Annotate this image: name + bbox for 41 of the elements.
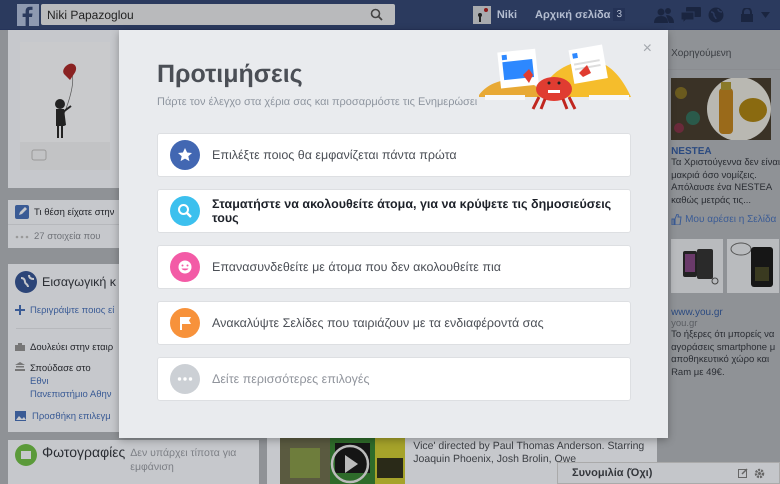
profile-link[interactable]: Niki — [496, 8, 518, 20]
search-icon[interactable] — [370, 8, 383, 21]
plus-icon — [15, 305, 25, 315]
thumbs-up-icon — [671, 214, 682, 225]
pencil-icon[interactable] — [15, 205, 29, 219]
work-text: Δουλεύει στην εταιρ — [30, 342, 114, 352]
play-icon[interactable] — [330, 444, 370, 484]
intro-title: Εισαγωγική κ — [42, 275, 116, 289]
preference-option[interactable]: Σταματήστε να ακολουθείτε άτομα, για να κρύψετε τις δημοσιεύσεις τους — [157, 189, 631, 233]
globe-icon — [15, 271, 37, 293]
more-icon — [15, 234, 29, 238]
avatar-icon[interactable] — [472, 6, 491, 24]
preference-option[interactable]: Επανασυνδεθείτε με άτομα που δεν ακολουθείτε πια — [157, 245, 631, 289]
school-link[interactable]: Εθνι — [30, 375, 112, 388]
preference-option[interactable]: Δείτε περισσότερες επιλογές — [157, 357, 631, 401]
photo-add-icon — [15, 411, 27, 421]
school-link[interactable]: Πανεπιστήμιο Αθην — [30, 388, 112, 401]
studied-text: Σπούδασε στο — [30, 362, 92, 375]
dialog-subtitle: Πάρτε τον έλεγχο στα χέρια σας και προσαρμόστε τις Ενημερώσει — [157, 96, 478, 108]
home-link[interactable]: Αρχική σελίδα — [535, 8, 610, 20]
preference-option[interactable]: Επιλέξτε ποιος θα εμφανίζεται πάντα πρώτα — [157, 133, 631, 177]
photos-empty-text: Δεν υπάρχει τίποτα για εμφάνιση — [130, 446, 238, 474]
describe-link[interactable]: Περιγράψτε ποιος εί — [30, 304, 114, 316]
briefcase-icon — [15, 343, 25, 351]
featured-link[interactable]: Προσθήκη επιλεγμ — [32, 410, 111, 422]
preference-option[interactable]: Ανακαλύψτε Σελίδες που ταιριάζουν με τα ενδιαφέροντά σας — [157, 301, 631, 345]
ad-text: Τα Χριστούγεννα δεν είναι μακριά όσο νομίζεις. Απόλαυσε ένα NESTEA καθώς μετράς τις... — [671, 157, 780, 207]
dialog-title: Προτιμήσεις — [157, 60, 304, 89]
notification-count: 3 — [613, 8, 625, 21]
photos-title: Φωτογραφίες — [42, 444, 126, 460]
items-count: 27 στοιχεία που — [34, 231, 100, 242]
ad-text: Το ήξερες ότι μπορείς να αγοράσεις smartphone μ αποθηκευτικό χώρο και Ram με 49€. — [671, 329, 776, 379]
compose-icon[interactable] — [738, 468, 748, 478]
photos-icon — [15, 444, 37, 466]
logo-icon[interactable] — [17, 4, 39, 26]
settings-icon[interactable] — [754, 468, 765, 478]
search-field[interactable]: Niki Papazoglou — [41, 4, 395, 25]
post-text-line: Vice' directed by Paul Thomas Anderson. Starring — [413, 440, 644, 453]
school-icon — [15, 362, 25, 371]
chat-bar[interactable]: Συνομιλία (Όχι) — [557, 462, 780, 484]
status-prompt[interactable]: Τι θέση είχατε στην — [34, 206, 114, 218]
